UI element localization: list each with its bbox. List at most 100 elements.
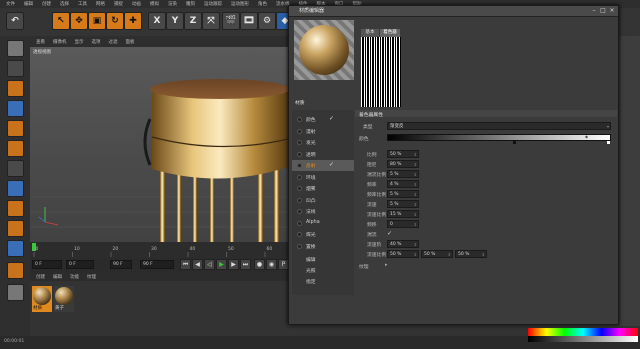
editor-extra-item[interactable]: 指定	[292, 276, 354, 287]
material-menu-item-2[interactable]: 功能	[70, 274, 79, 280]
param-field[interactable]: 50 % ⇕	[387, 250, 419, 258]
render-picture-icon[interactable]: 🎞	[240, 12, 258, 30]
viewport-menu-item-5[interactable]: 面板	[126, 39, 135, 45]
menu-item-10[interactable]: 雕刻	[186, 1, 195, 7]
rotate-tool-icon[interactable]: ↻	[106, 12, 124, 30]
axis-z-button[interactable]: Z	[184, 12, 202, 30]
workplane-icon[interactable]	[7, 200, 24, 217]
channel-item[interactable]: 漫射	[292, 126, 354, 137]
viewport-menu-item-1[interactable]: 摄像机	[53, 39, 67, 45]
edges-mode-icon[interactable]	[7, 120, 24, 137]
viewport-menu-item-2[interactable]: 显示	[75, 39, 84, 45]
gradient-knot-mid[interactable]: ◆	[585, 134, 588, 139]
move-tool-icon[interactable]: ✥	[70, 12, 88, 30]
play-icon[interactable]: ▶	[216, 259, 227, 270]
spinner-icon[interactable]: ⇕	[414, 201, 417, 208]
spinner-icon[interactable]: ⇕	[414, 181, 417, 188]
snap-icon[interactable]	[7, 180, 24, 197]
render-view-icon[interactable]: 🎬	[222, 12, 240, 30]
close-icon[interactable]: ×	[608, 7, 616, 14]
next-frame-icon[interactable]: ▶	[228, 259, 239, 270]
undo-icon[interactable]: ↶	[6, 12, 24, 30]
model-mode-icon[interactable]	[7, 60, 24, 77]
channel-item[interactable]: 环境	[292, 172, 354, 183]
channel-item[interactable]: 法线	[292, 206, 354, 217]
param-field[interactable]: 50 % ⇕	[387, 150, 419, 158]
param-field[interactable]: 80 % ⇕	[387, 160, 419, 168]
paint-icon[interactable]	[7, 284, 24, 301]
channel-checkbox[interactable]: ✓	[329, 115, 334, 122]
material-menu-item-3[interactable]: 纹理	[87, 274, 96, 280]
axis-x-button[interactable]: X	[148, 12, 166, 30]
spinner-icon[interactable]: ⇕	[482, 251, 485, 258]
channel-radio-icon[interactable]	[297, 163, 302, 168]
goto-end-icon[interactable]: ⏭	[240, 259, 251, 270]
spinner-icon[interactable]: ⇕	[414, 241, 417, 248]
menu-item-2[interactable]: 创建	[42, 1, 51, 7]
play-backward-icon[interactable]: ◁	[204, 259, 215, 270]
timeline-ruler[interactable]: 0 10 20 30 40 50 60	[30, 242, 288, 258]
channel-radio-icon[interactable]	[297, 140, 302, 145]
frame-max-field[interactable]: 90 F	[140, 260, 174, 269]
param-field[interactable]: 50 % ⇕	[455, 250, 487, 258]
viewport-menu-item-4[interactable]: 过滤	[109, 39, 118, 45]
viewport[interactable]: 透视视图	[30, 47, 288, 242]
goto-start-icon[interactable]: ⏮	[180, 259, 191, 270]
frame-start-field[interactable]: 0 F	[32, 260, 62, 269]
viewport-menu-item-3[interactable]: 选项	[92, 39, 101, 45]
editor-extra-item[interactable]: 编辑	[292, 254, 354, 265]
spinner-icon[interactable]: ⇕	[414, 161, 417, 168]
channel-radio-icon[interactable]	[297, 117, 302, 122]
param-checkbox[interactable]: ✓	[387, 230, 392, 237]
scale-tool-icon[interactable]: ▣	[88, 12, 106, 30]
menu-item-12[interactable]: 运动图形	[231, 1, 249, 7]
make-editable-icon[interactable]	[7, 40, 24, 57]
channel-item[interactable]: 反射 ✓	[292, 160, 354, 171]
menu-item-5[interactable]: 网格	[96, 1, 105, 7]
channel-item[interactable]: Alpha	[292, 218, 354, 229]
channel-radio-icon[interactable]	[297, 232, 302, 237]
channel-item[interactable]: 透明	[292, 149, 354, 160]
dialog-titlebar[interactable]: 材质编辑器 – □ ×	[289, 6, 618, 17]
autokey-icon[interactable]: ◉	[266, 259, 277, 270]
menu-item-11[interactable]: 运动跟踪	[204, 1, 222, 7]
channel-item[interactable]: 凹凸	[292, 195, 354, 206]
menu-item-7[interactable]: 动画	[132, 1, 141, 7]
gradient-bar[interactable]	[387, 134, 611, 141]
channel-radio-icon[interactable]	[297, 151, 302, 157]
menu-item-13[interactable]: 角色	[258, 1, 267, 7]
channel-radio-icon[interactable]	[297, 186, 302, 191]
minimize-icon[interactable]: –	[590, 7, 598, 14]
param-field[interactable]: 0 ⇕	[387, 220, 419, 228]
spinner-icon[interactable]: ⇕	[414, 171, 417, 178]
menu-item-1[interactable]: 编辑	[24, 1, 33, 7]
param-field[interactable]: 4 % ⇕	[387, 180, 419, 188]
menu-item-3[interactable]: 选择	[60, 1, 69, 7]
brightness-bar[interactable]	[528, 336, 638, 342]
viewport-menu-item-0[interactable]: 查看	[36, 39, 45, 45]
param-field[interactable]: 15 % ⇕	[387, 210, 419, 218]
material-menu-item-0[interactable]: 创建	[36, 274, 45, 280]
menu-item-6[interactable]: 捕捉	[114, 1, 123, 7]
param-field[interactable]: 5 % ⇕	[387, 170, 419, 178]
channel-radio-icon[interactable]	[297, 243, 302, 249]
spinner-icon[interactable]: ⇕	[414, 211, 417, 218]
polygons-mode-icon[interactable]	[7, 140, 24, 157]
spinner-icon[interactable]: ⇕	[414, 251, 417, 258]
channel-radio-icon[interactable]	[297, 220, 302, 226]
material-preview[interactable]	[294, 20, 354, 80]
editor-extra-item[interactable]: 光照	[292, 265, 354, 276]
add-tool-icon[interactable]: ✚	[124, 12, 142, 30]
world-coord-icon[interactable]: ⤧	[202, 12, 220, 30]
gradient-knot[interactable]	[513, 141, 516, 144]
maximize-icon[interactable]: □	[599, 7, 607, 14]
magnet-icon[interactable]	[7, 262, 24, 279]
channel-radio-icon[interactable]	[297, 128, 302, 134]
menu-item-0[interactable]: 文件	[6, 1, 15, 7]
channel-radio-icon[interactable]	[297, 174, 302, 180]
channel-item[interactable]: 颜色 ✓	[292, 114, 354, 125]
param-field[interactable]: 5 % ⇕	[387, 190, 419, 198]
texture-arrow-icon[interactable]: ▸	[385, 262, 388, 268]
channel-item[interactable]: 发光	[292, 137, 354, 148]
channel-radio-icon[interactable]	[297, 197, 302, 203]
